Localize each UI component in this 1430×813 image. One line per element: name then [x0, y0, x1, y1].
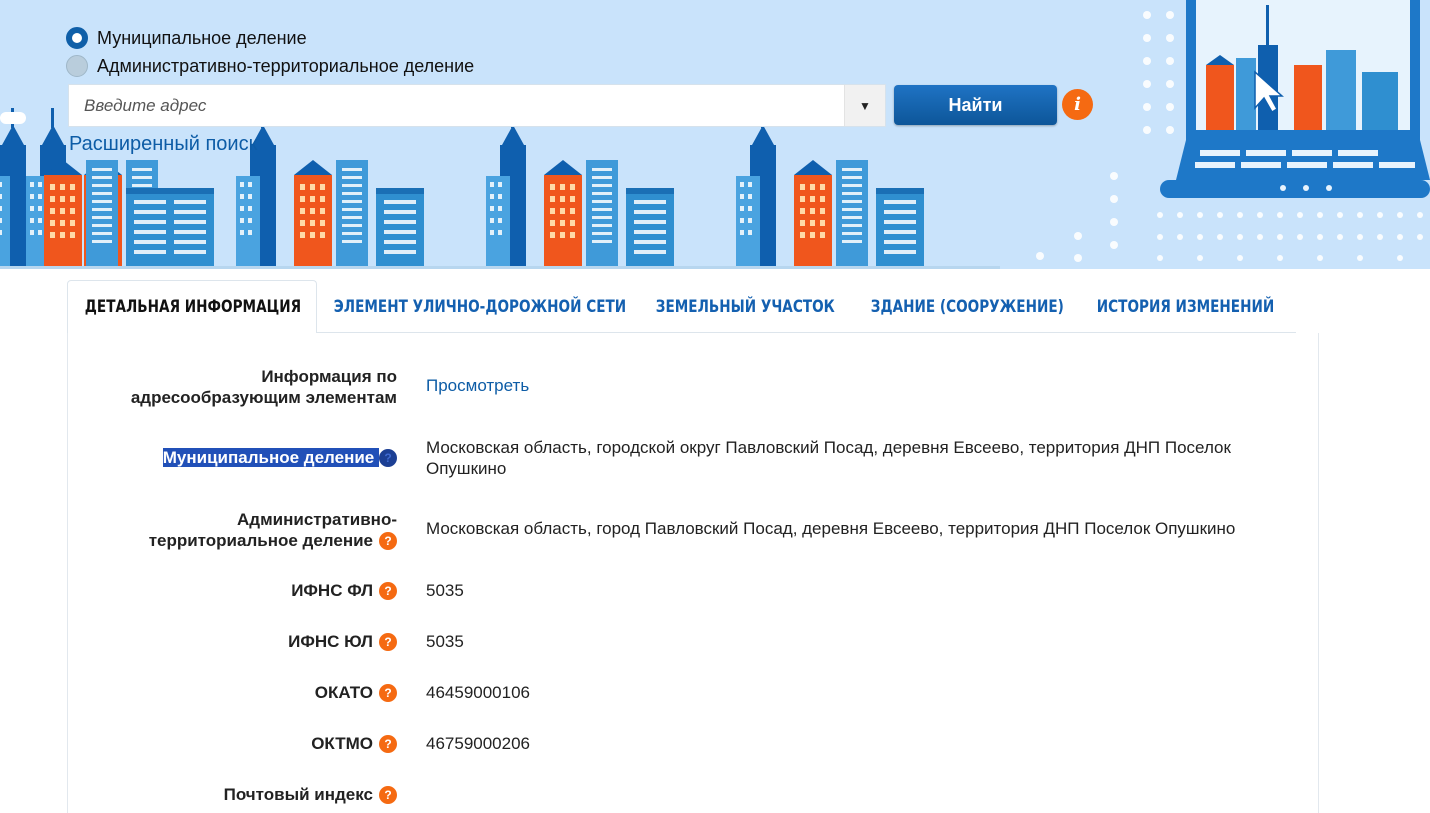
addr-elements-label: Информация по адресообразующим элементам: [131, 366, 397, 408]
label-line: Информация по: [261, 367, 397, 386]
radio-unselected-icon[interactable]: [66, 55, 88, 77]
okato-label: ОКАТО?: [315, 682, 397, 703]
label-line: адресообразующим элементам: [130, 388, 397, 407]
tab-change-history[interactable]: ИСТОРИЯ ИЗМЕНЕНИЙ: [1080, 281, 1300, 333]
label-line: территориальное деление: [148, 531, 373, 550]
label-text: ИФНС ФЛ: [291, 581, 373, 600]
label-text: ОКТМО: [311, 734, 373, 753]
details-tabs: ДЕТАЛЬНАЯ ИНФОРМАЦИЯ ЭЛЕМЕНТ УЛИЧНО-ДОРО…: [67, 280, 1300, 333]
help-icon[interactable]: ?: [379, 448, 397, 467]
okato-value: 46459000106: [426, 683, 531, 702]
tab-land-plot[interactable]: ЗЕМЕЛЬНЫЙ УЧАСТОК: [639, 281, 854, 333]
tab-label: ЗДАНИЕ (СООРУЖЕНИЕ): [870, 297, 1064, 317]
label-line: Административно-: [237, 510, 397, 529]
address-search-box: ▼: [68, 84, 886, 127]
help-icon[interactable]: ?: [379, 734, 397, 753]
find-button[interactable]: Найти: [894, 85, 1057, 125]
radio-admin-option[interactable]: Административно-территориальное деление: [66, 55, 474, 77]
radio-selected-icon[interactable]: [66, 27, 88, 49]
help-icon[interactable]: ?: [379, 531, 397, 550]
help-icon[interactable]: ?: [379, 632, 397, 651]
help-icon[interactable]: ?: [379, 581, 397, 600]
radio-admin-label: Административно-территориальное деление: [97, 55, 475, 76]
cloud-icon: [0, 112, 26, 124]
label-text: ОКАТО: [314, 683, 373, 702]
radio-municipal-label: Муниципальное деление: [97, 27, 307, 48]
oktmo-value: 46759000206: [426, 734, 531, 753]
tab-label: ДЕТАЛЬНАЯ ИНФОРМАЦИЯ: [84, 297, 302, 317]
tab-street-network[interactable]: ЭЛЕМЕНТ УЛИЧНО-ДОРОЖНОЙ СЕТИ: [317, 281, 639, 333]
tab-label: ИСТОРИЯ ИЗМЕНЕНИЙ: [1096, 297, 1275, 317]
admin-value: Московская область, город Павловский Пос…: [426, 519, 1236, 538]
ifns-fl-value: 5035: [426, 581, 464, 600]
advanced-search-link[interactable]: Расширенный поиск: [69, 133, 257, 156]
address-dropdown-button[interactable]: ▼: [844, 85, 885, 126]
tab-label: ЗЕМЕЛЬНЫЙ УЧАСТОК: [655, 297, 835, 317]
help-icon[interactable]: ?: [379, 785, 397, 804]
tab-label: ЭЛЕМЕНТ УЛИЧНО-ДОРОЖНОЙ СЕТИ: [333, 297, 627, 317]
info-icon[interactable]: i: [1062, 89, 1093, 120]
admin-label: Административно- территориальное деление…: [149, 509, 397, 551]
ifns-ul-value: 5035: [426, 632, 464, 651]
header-banner: Муниципальное деление Административно-те…: [0, 0, 1430, 269]
oktmo-label: ОКТМО?: [311, 733, 397, 754]
chevron-down-icon: ▼: [859, 98, 871, 113]
label-text: ИФНС ЮЛ: [288, 632, 373, 651]
address-search-input[interactable]: [69, 85, 844, 126]
municipal-label-text: Муниципальное деление: [162, 448, 375, 467]
label-text: Почтовый индекс: [223, 785, 373, 804]
municipal-value: Московская область, городской округ Павл…: [426, 438, 1231, 478]
radio-municipal-option[interactable]: Муниципальное деление: [66, 27, 307, 49]
ifns-ul-label: ИФНС ЮЛ?: [288, 631, 397, 652]
view-addr-elements-link[interactable]: Просмотреть: [426, 375, 1306, 396]
tab-building[interactable]: ЗДАНИЕ (СООРУЖЕНИЕ): [854, 281, 1080, 333]
tab-detailed-info[interactable]: ДЕТАЛЬНАЯ ИНФОРМАЦИЯ: [67, 280, 317, 333]
municipal-label: Муниципальное деление ?: [162, 447, 397, 468]
postal-label: Почтовый индекс?: [224, 784, 397, 805]
ifns-fl-label: ИФНС ФЛ?: [291, 580, 397, 601]
help-icon[interactable]: ?: [379, 683, 397, 702]
